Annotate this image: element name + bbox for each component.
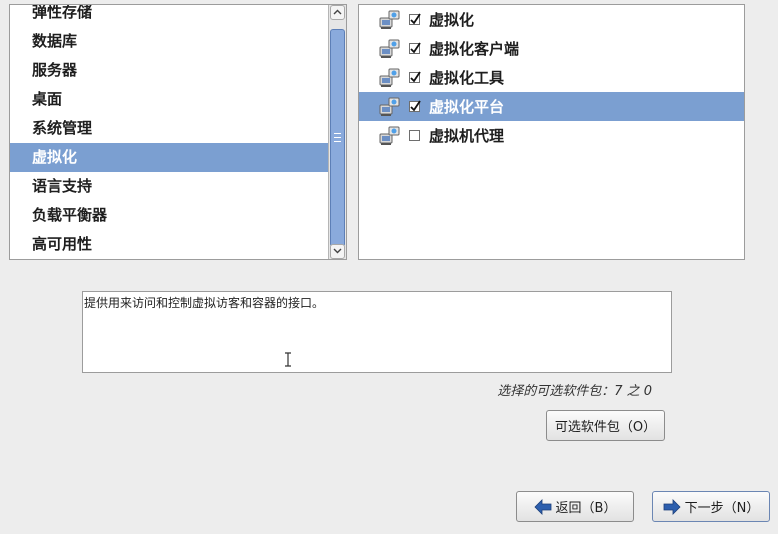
package-label: 虚拟机代理 bbox=[429, 127, 505, 145]
arrow-right-icon bbox=[663, 498, 681, 515]
package-checkbox[interactable] bbox=[409, 71, 421, 83]
package-item-vm-agent[interactable]: 虚拟机代理 bbox=[359, 121, 744, 150]
package-item-virtualization[interactable]: 虚拟化 bbox=[359, 5, 744, 34]
category-item-virtualization[interactable]: 虚拟化 bbox=[10, 143, 328, 172]
package-label: 虚拟化工具 bbox=[429, 69, 505, 87]
category-item-desktops[interactable]: 桌面 bbox=[10, 85, 328, 114]
category-item-language-support[interactable]: 语言支持 bbox=[10, 172, 328, 201]
category-list-panel: 弹性存储 数据库 服务器 桌面 系统管理 虚拟化 语言支持 负载平衡器 高可用性 bbox=[9, 4, 347, 260]
category-item-servers[interactable]: 服务器 bbox=[10, 56, 328, 85]
category-item-high-availability[interactable]: 高可用性 bbox=[10, 230, 328, 259]
scroll-up-button[interactable] bbox=[330, 5, 345, 20]
package-checkbox[interactable] bbox=[409, 100, 421, 112]
package-group-icon bbox=[379, 39, 400, 58]
arrow-left-icon bbox=[533, 498, 551, 515]
package-label: 虚拟化 bbox=[429, 11, 475, 29]
category-item-elastic-storage[interactable]: 弹性存储 bbox=[10, 5, 328, 27]
chevron-up-icon bbox=[333, 9, 342, 15]
back-label: 返回（B） bbox=[555, 501, 617, 516]
next-button[interactable]: 下一步（N） bbox=[652, 491, 770, 522]
chevron-down-icon bbox=[333, 248, 342, 254]
checkmark-icon bbox=[410, 100, 421, 112]
category-item-databases[interactable]: 数据库 bbox=[10, 27, 328, 56]
package-label: 虚拟化平台 bbox=[429, 98, 505, 116]
optional-package-count: 选择的可选软件包：7 之 0 bbox=[497, 384, 652, 399]
optional-packages-button[interactable]: 可选软件包（O） bbox=[546, 410, 665, 441]
package-item-virtualization-client[interactable]: 虚拟化客户端 bbox=[359, 34, 744, 63]
text-cursor-icon bbox=[285, 352, 291, 367]
package-group-icon bbox=[379, 97, 400, 116]
package-group-icon bbox=[379, 126, 400, 145]
checkmark-icon bbox=[410, 42, 421, 54]
grip-icon bbox=[334, 133, 341, 142]
category-list: 弹性存储 数据库 服务器 桌面 系统管理 虚拟化 语言支持 负载平衡器 高可用性 bbox=[10, 5, 328, 259]
package-description: 提供用来访问和控制虚拟访客和容器的接口。 bbox=[82, 291, 672, 373]
optional-packages-label: 可选软件包（O） bbox=[554, 420, 657, 435]
scroll-down-button[interactable] bbox=[330, 244, 345, 259]
package-group-icon bbox=[379, 10, 400, 29]
next-label: 下一步（N） bbox=[684, 501, 760, 516]
category-scrollbar[interactable] bbox=[328, 5, 346, 259]
package-list-panel: 虚拟化 虚拟化客户端 虚拟化工具 虚拟化平台 虚拟机代理 bbox=[358, 4, 745, 260]
package-item-virtualization-tools[interactable]: 虚拟化工具 bbox=[359, 63, 744, 92]
package-group-icon bbox=[379, 68, 400, 87]
checkmark-icon bbox=[410, 13, 421, 25]
scroll-thumb[interactable] bbox=[330, 29, 345, 247]
package-checkbox[interactable] bbox=[409, 130, 420, 141]
category-item-system-management[interactable]: 系统管理 bbox=[10, 114, 328, 143]
package-checkbox[interactable] bbox=[409, 42, 421, 54]
checkmark-icon bbox=[410, 71, 421, 83]
package-item-virtualization-platform[interactable]: 虚拟化平台 bbox=[359, 92, 744, 121]
back-button[interactable]: 返回（B） bbox=[516, 491, 634, 522]
package-label: 虚拟化客户端 bbox=[429, 40, 520, 58]
package-checkbox[interactable] bbox=[409, 13, 421, 25]
category-item-load-balancer[interactable]: 负载平衡器 bbox=[10, 201, 328, 230]
